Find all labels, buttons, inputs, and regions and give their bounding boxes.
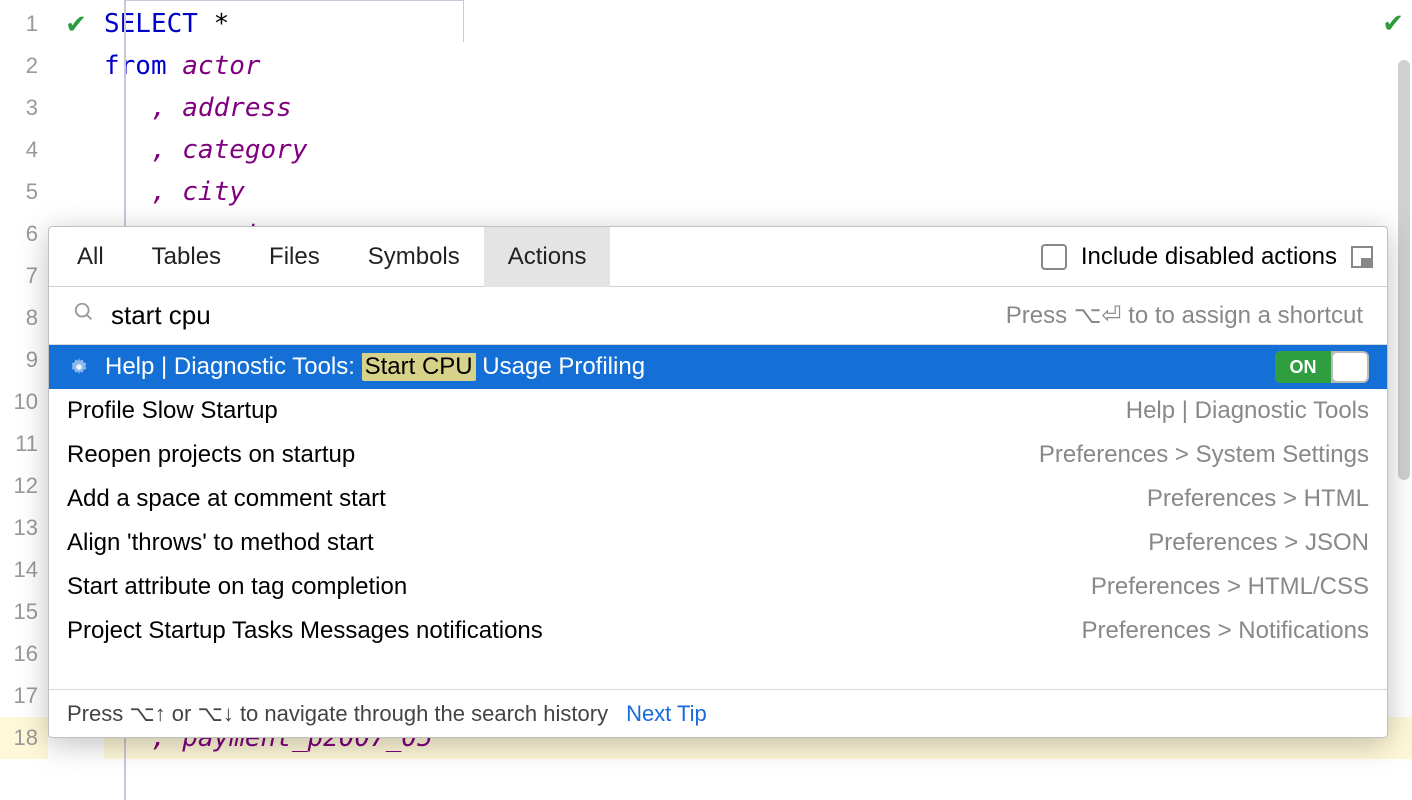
toggle-switch[interactable]: ON: [1275, 351, 1369, 383]
result-label: Help | Diagnostic Tools: Start CPU Usage…: [105, 353, 1261, 381]
result-location: Preferences > HTML: [1147, 485, 1369, 513]
tab-tables[interactable]: Tables: [128, 227, 245, 287]
result-location: Help | Diagnostic Tools: [1126, 397, 1369, 425]
next-tip-link[interactable]: Next Tip: [626, 701, 707, 727]
vertical-scrollbar[interactable]: [1398, 60, 1410, 480]
tab-files[interactable]: Files: [245, 227, 344, 287]
result-item[interactable]: Start attribute on tag completion Prefer…: [49, 565, 1387, 609]
include-disabled-label: Include disabled actions: [1081, 243, 1337, 271]
search-everywhere-popup: All Tables Files Symbols Actions Include…: [48, 226, 1388, 738]
gear-run-icon: [67, 355, 91, 379]
search-input[interactable]: [111, 300, 990, 331]
line-number-gutter: 1 2 3 4 5 6 7 8 9 10 11 12 13 14 15 16 1…: [0, 0, 48, 800]
result-item[interactable]: Add a space at comment start Preferences…: [49, 477, 1387, 521]
sql-identifier: , address: [104, 87, 1412, 129]
result-location: Preferences > System Settings: [1039, 441, 1369, 469]
result-label: Start attribute on tag completion: [67, 573, 1077, 601]
result-item[interactable]: Help | Diagnostic Tools: Start CPU Usage…: [49, 345, 1387, 389]
sql-identifier: , city: [104, 171, 1412, 213]
sql-identifier: actor: [167, 51, 261, 81]
result-item[interactable]: Reopen projects on startup Preferences >…: [49, 433, 1387, 477]
tab-all[interactable]: All: [53, 227, 128, 287]
checkmark-icon: ✔: [65, 9, 87, 39]
result-location: Preferences > JSON: [1148, 529, 1369, 557]
result-label: Project Startup Tasks Messages notificat…: [67, 617, 1068, 645]
result-label: Add a space at comment start: [67, 485, 1133, 513]
search-row: Press ⌥⏎ to to assign a shortcut: [49, 287, 1387, 345]
open-as-toolwindow-icon[interactable]: [1351, 246, 1373, 268]
tab-symbols[interactable]: Symbols: [344, 227, 484, 287]
result-location: Preferences > HTML/CSS: [1091, 573, 1369, 601]
include-disabled-checkbox[interactable]: [1041, 244, 1067, 270]
sql-identifier: , category: [104, 129, 1412, 171]
result-item[interactable]: Profile Slow Startup Help | Diagnostic T…: [49, 389, 1387, 433]
search-shortcut-hint: Press ⌥⏎ to to assign a shortcut: [1006, 301, 1363, 330]
inspection-status[interactable]: ✔: [1382, 8, 1404, 39]
result-label: Reopen projects on startup: [67, 441, 1025, 469]
popup-footer: Press ⌥↑ or ⌥↓ to navigate through the s…: [49, 689, 1387, 737]
checkmark-icon: ✔: [1382, 8, 1404, 38]
search-results: Help | Diagnostic Tools: Start CPU Usage…: [49, 345, 1387, 689]
result-label: Profile Slow Startup: [67, 397, 1112, 425]
result-item[interactable]: Project Startup Tasks Messages notificat…: [49, 609, 1387, 653]
search-tabs: All Tables Files Symbols Actions Include…: [49, 227, 1387, 287]
footer-hint: Press ⌥↑ or ⌥↓ to navigate through the s…: [67, 701, 608, 727]
search-icon: [73, 301, 95, 330]
sql-keyword: from: [104, 51, 167, 81]
result-location: Preferences > Notifications: [1082, 617, 1369, 645]
sql-keyword: SELECT: [104, 9, 198, 39]
tab-actions[interactable]: Actions: [484, 227, 611, 287]
result-label: Align 'throws' to method start: [67, 529, 1134, 557]
result-item[interactable]: Align 'throws' to method start Preferenc…: [49, 521, 1387, 565]
